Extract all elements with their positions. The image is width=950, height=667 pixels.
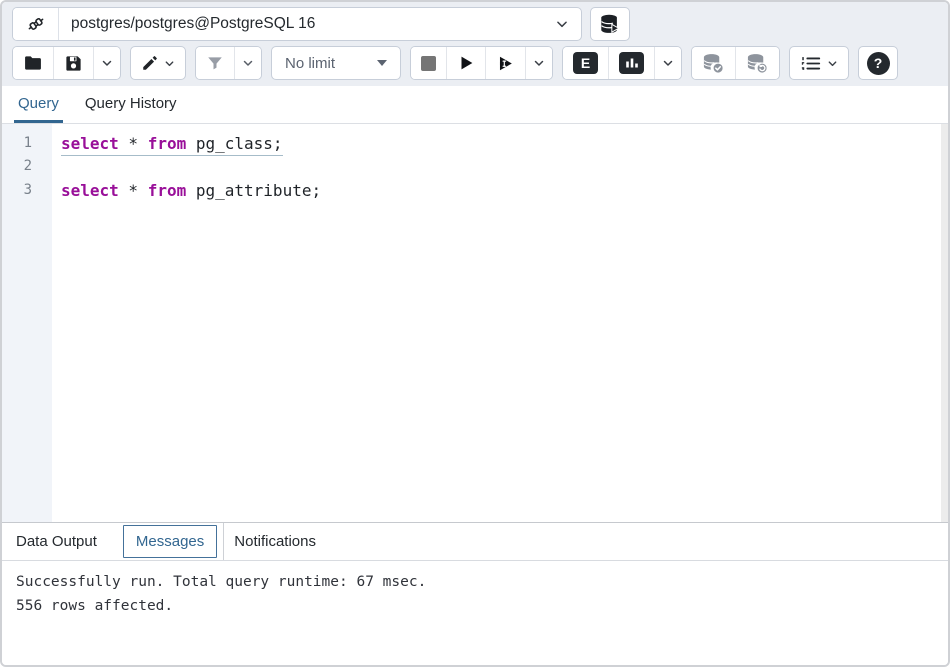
tab-notifications[interactable]: Notifications [224,525,330,558]
filter-funnel-icon [206,54,224,72]
save-menu-dropdown[interactable] [93,47,120,79]
save-file-button[interactable] [53,47,93,79]
code-line: select * from pg_class; [61,132,948,155]
sql-editor: 123 select * from pg_class;select * from… [2,124,948,522]
transaction-button-group [691,46,780,80]
chevron-down-icon [101,57,113,69]
plug-connection-icon [25,13,47,35]
explain-button[interactable]: E [563,47,608,79]
caret-down-icon [377,60,387,66]
connection-bar: postgres/postgres@PostgreSQL 16 [2,2,948,46]
explain-analyze-button[interactable] [608,47,654,79]
new-connection-button[interactable] [590,7,630,41]
numbered-list-icon [800,55,822,72]
chevron-down-icon [662,57,674,69]
filter-menu-dropdown[interactable] [234,47,261,79]
editor-scrollbar[interactable] [941,124,948,522]
chevron-down-icon [242,57,254,69]
filter-button-group [195,46,262,80]
line-number: 3 [2,179,32,202]
chevron-down-icon [164,58,175,69]
explain-analyze-chart-icon [619,52,644,74]
save-floppy-icon [64,54,83,73]
explain-button-group: E [562,46,682,80]
stop-square-icon [421,56,436,71]
macros-menu-button[interactable] [789,46,849,80]
file-button-group [12,46,121,80]
row-limit-value: No limit [285,55,335,72]
folder-icon [23,53,43,73]
rollback-button[interactable] [735,47,779,79]
explain-badge-icon: E [573,52,598,74]
play-cursor-icon [496,54,515,73]
message-line: 556 rows affected. [2,594,948,618]
filter-button[interactable] [196,47,234,79]
play-icon [457,54,475,72]
chevron-down-icon [533,57,545,69]
execute-button[interactable] [446,47,485,79]
pencil-icon [141,54,159,72]
gutter: 123 [2,124,52,522]
commit-button[interactable] [692,47,735,79]
database-swap-icon [599,13,621,35]
help-button[interactable]: ? [858,46,898,80]
connection-status-button[interactable] [13,8,59,40]
rollback-database-undo-icon [746,52,769,75]
execute-button-group [410,46,553,80]
tab-messages[interactable]: Messages [123,525,217,558]
execute-from-cursor-button[interactable] [485,47,525,79]
connection-select-value: postgres/postgres@PostgreSQL 16 [71,15,315,33]
output-tabbar: Data Output Messages Notifications [2,522,948,561]
help-question-icon: ? [867,52,890,75]
connection-select[interactable]: postgres/postgres@PostgreSQL 16 [59,8,581,40]
explain-options-dropdown[interactable] [654,47,681,79]
tab-query-history[interactable]: Query History [81,86,181,123]
chevron-down-icon [827,58,838,69]
code-lines[interactable]: select * from pg_class;select * from pg_… [52,124,948,522]
editor-tabbar: Query Query History [2,86,948,124]
line-number: 2 [2,155,32,178]
commit-database-check-icon [702,52,725,75]
code-line: select * from pg_attribute; [61,179,948,202]
chevron-down-icon [555,17,569,31]
query-tool-window: postgres/postgres@PostgreSQL 16 [0,0,950,667]
query-toolbar: No limit [2,46,948,86]
line-number: 1 [2,132,32,155]
connection-group: postgres/postgres@PostgreSQL 16 [12,7,582,41]
tab-query[interactable]: Query [14,86,63,123]
tab-data-output[interactable]: Data Output [16,525,111,558]
edit-menu-button[interactable] [130,46,186,80]
open-file-button[interactable] [13,47,53,79]
row-limit-select[interactable]: No limit [271,46,401,80]
messages-panel: Successfully run. Total query runtime: 6… [2,561,948,665]
execute-options-dropdown[interactable] [525,47,552,79]
message-line: Successfully run. Total query runtime: 6… [2,570,948,594]
stop-button[interactable] [411,47,446,79]
code-line [61,155,948,178]
